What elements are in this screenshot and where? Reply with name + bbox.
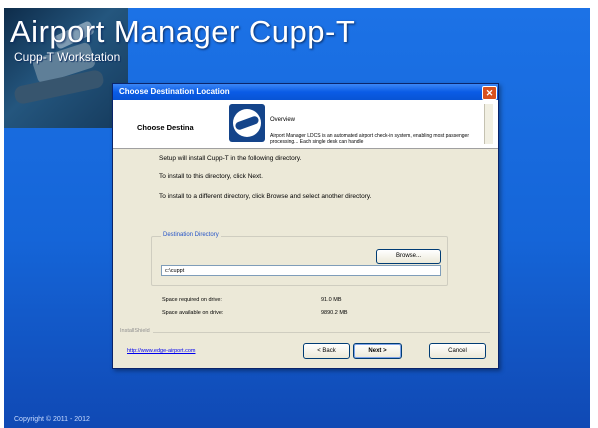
installer-window: Airport Manager Cupp-T Cupp-T Workstatio… xyxy=(0,0,598,428)
installshield-brand: InstallShield xyxy=(120,328,153,334)
destination-dialog: Choose Destination Location ✕ Choose Des… xyxy=(112,83,499,369)
next-button[interactable]: Next > xyxy=(353,343,402,359)
brand-divider xyxy=(147,332,490,333)
space-required-label: Space required on drive: xyxy=(162,297,222,303)
instruction-text: To install to this directory, click Next… xyxy=(159,173,263,180)
copyright-text: Copyright © 2011 - 2012 xyxy=(14,416,90,423)
browse-button[interactable]: Browse... xyxy=(376,249,441,264)
space-available-label: Space available on drive: xyxy=(162,310,224,316)
space-available-value: 9890.2 MB xyxy=(321,310,348,316)
close-button[interactable]: ✕ xyxy=(482,86,497,100)
app-subtitle: Cupp-T Workstation xyxy=(14,50,121,64)
website-link[interactable]: http://www.edge-airport.com xyxy=(127,348,195,354)
dialog-banner: Choose Destina Overview Airport Manager … xyxy=(113,100,498,149)
dialog-title: Choose Destination Location xyxy=(119,87,230,96)
banner-overview-title: Overview xyxy=(270,117,296,123)
back-button[interactable]: < Back xyxy=(303,343,350,359)
instruction-text: Setup will install Cupp-T in the followi… xyxy=(159,155,302,162)
instruction-text: To install to a different directory, cli… xyxy=(159,193,372,200)
app-title: Airport Manager Cupp-T xyxy=(10,14,356,49)
banner-scrollbar[interactable] xyxy=(484,104,493,144)
dialog-titlebar[interactable]: Choose Destination Location ✕ xyxy=(113,84,498,100)
destination-path-input[interactable]: c:\cuppt xyxy=(161,265,441,276)
airport-logo-icon xyxy=(229,104,265,142)
destination-group-label: Destination Directory xyxy=(161,232,221,238)
banner-description: Airport Manager LDCS is an automated air… xyxy=(270,133,469,145)
cancel-button[interactable]: Cancel xyxy=(429,343,486,359)
banner-heading: Choose Destina xyxy=(137,123,194,132)
space-required-value: 91.0 MB xyxy=(321,297,342,303)
